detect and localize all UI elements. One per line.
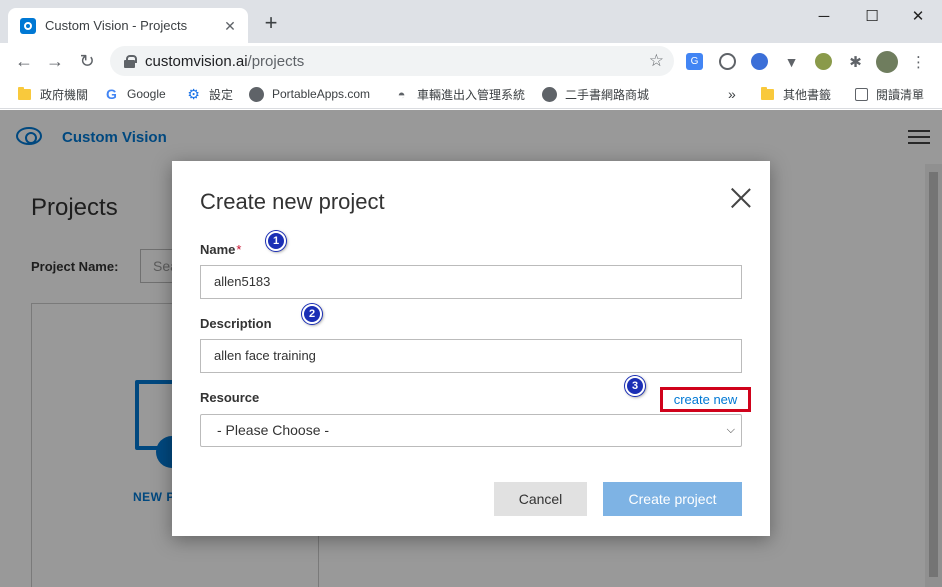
new-tab-button[interactable]: + — [259, 12, 283, 36]
reading-list-icon — [855, 87, 868, 101]
bookmark-item[interactable]: ⚙ 設定 — [186, 85, 233, 103]
chat-icon[interactable] — [719, 53, 736, 70]
puzzle-icon[interactable]: ✱ — [847, 53, 864, 71]
folder-icon — [17, 86, 32, 102]
step-marker-3: 3 — [625, 376, 645, 396]
window-close-icon[interactable]: ✕ — [895, 0, 941, 32]
bookmarks-bar: 政府機關 G Google ⚙ 設定 PortableApps.com ◓ 車輛… — [0, 79, 942, 109]
url-path: /projects — [247, 52, 305, 70]
other-bookmarks-label: 其他書籤 — [783, 87, 832, 102]
required-asterisk: * — [236, 242, 242, 257]
reading-list[interactable]: 閱讀清單 — [855, 85, 924, 103]
bookmark-label: PortableApps.com — [272, 87, 371, 101]
step-marker-1: 1 — [266, 231, 286, 251]
globe-icon — [542, 86, 557, 102]
forward-arrow-icon[interactable]: → — [41, 47, 69, 75]
step-marker-2: 2 — [302, 304, 322, 324]
bookmark-item[interactable]: 政府機關 — [17, 85, 88, 103]
portableapps-icon — [249, 86, 264, 102]
bookmark-item[interactable]: 二手書網路商城 — [542, 85, 649, 103]
bookmark-label: 設定 — [209, 87, 234, 102]
address-bar[interactable]: customvision.ai/projects ☆ — [110, 46, 674, 76]
resource-label: Resource — [200, 390, 260, 405]
browser-tab[interactable]: Custom Vision - Projects ✕ — [8, 8, 248, 43]
name-input[interactable]: allen5183 — [200, 265, 742, 299]
create-new-resource-link[interactable]: create new — [660, 387, 751, 412]
maximize-icon[interactable]: ☐ — [849, 0, 895, 32]
browser-toolbar: ← → ↻ customvision.ai/projects ☆ G ▼ ✱ ⋮ — [0, 43, 942, 79]
avatar[interactable] — [876, 51, 898, 73]
description-label: Description — [200, 316, 272, 331]
dialog-title: Create new project — [200, 189, 385, 214]
bookmark-label: Google — [127, 87, 166, 101]
reading-list-label: 閱讀清單 — [876, 87, 925, 102]
compass-icon[interactable] — [751, 53, 768, 70]
lock-icon[interactable] — [124, 54, 137, 68]
url-host: customvision.ai — [145, 52, 248, 70]
close-icon[interactable] — [730, 187, 752, 209]
description-input[interactable]: allen face training — [200, 339, 742, 373]
bookmark-label: 二手書網路商城 — [565, 87, 650, 102]
gear-icon: ⚙ — [187, 85, 200, 102]
name-label: Name* — [200, 242, 242, 257]
bookmark-item[interactable]: G Google — [104, 85, 166, 103]
cancel-button[interactable]: Cancel — [494, 482, 587, 516]
bookmark-item[interactable]: ◓ 車輛進出入管理系統 — [394, 85, 525, 103]
tab-title: Custom Vision - Projects — [45, 18, 188, 33]
bookmark-label: 車輛進出入管理系統 — [417, 87, 526, 102]
menu-dots-icon[interactable]: ⋮ — [910, 53, 927, 71]
bookmark-item[interactable]: PortableApps.com — [249, 85, 370, 103]
vee-icon[interactable]: ▼ — [783, 53, 800, 70]
tab-strip: Custom Vision - Projects ✕ + ─ ☐ ✕ — [0, 0, 942, 43]
back-arrow-icon[interactable]: ← — [10, 47, 38, 75]
minimize-icon[interactable]: ─ — [801, 0, 847, 32]
tab-close-icon[interactable]: ✕ — [222, 18, 238, 34]
create-project-button[interactable]: Create project — [603, 482, 742, 516]
translate-icon[interactable]: G — [686, 53, 703, 70]
resource-select[interactable]: - Please Choose - ⌵ — [200, 414, 742, 447]
leaf-icon[interactable] — [815, 53, 832, 70]
custom-vision-favicon-icon — [20, 17, 36, 34]
reload-icon[interactable]: ↻ — [73, 47, 101, 75]
bookmark-star-icon[interactable]: ☆ — [649, 51, 664, 71]
folder-icon — [760, 86, 775, 102]
other-bookmarks[interactable]: 其他書籤 — [760, 85, 831, 103]
resource-select-value: - Please Choose - — [217, 422, 330, 438]
bookmark-label: 政府機關 — [40, 87, 89, 102]
chevron-down-icon: ⌵ — [726, 424, 735, 436]
google-icon: G — [106, 86, 117, 102]
create-project-dialog: Create new project Name* allen5183 Descr… — [172, 161, 770, 536]
bookmarks-overflow-button[interactable]: » — [728, 85, 736, 103]
car-icon: ◓ — [397, 86, 406, 102]
